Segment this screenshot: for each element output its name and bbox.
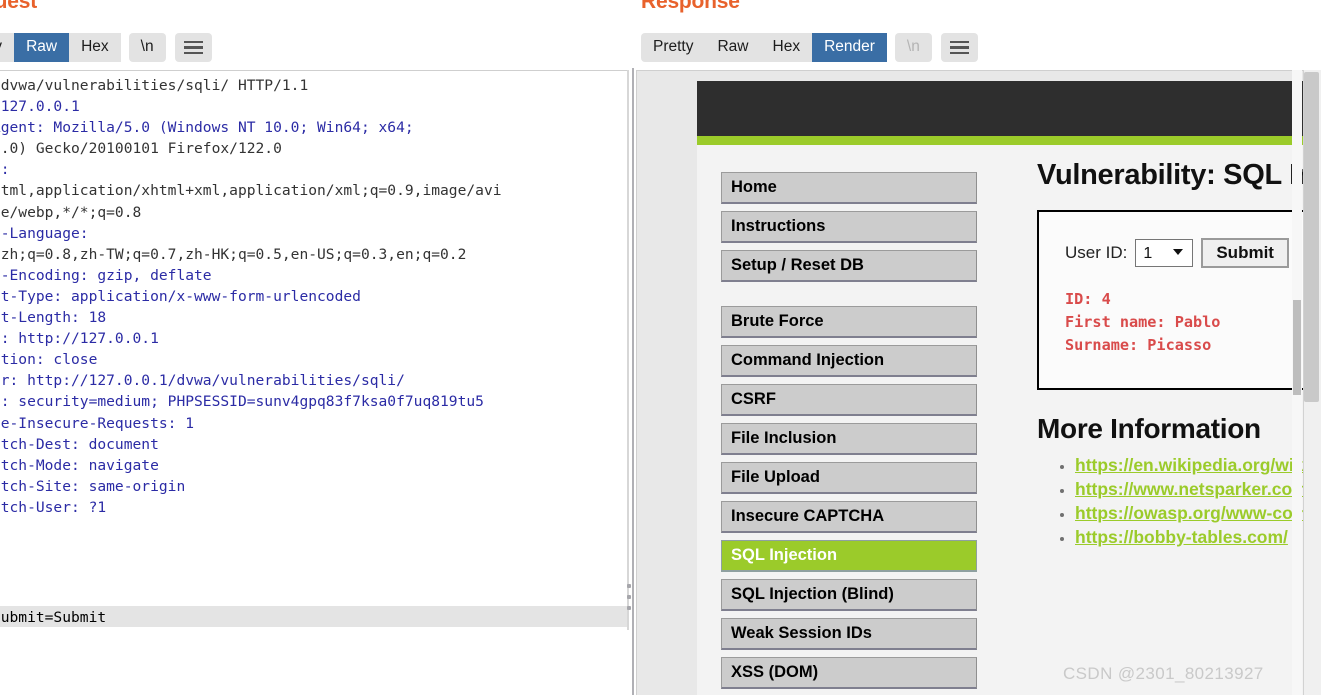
- splitter-grip-handle[interactable]: [625, 584, 632, 610]
- nav-item-home[interactable]: Home: [721, 172, 977, 204]
- tab-request-pretty[interactable]: ty: [0, 33, 15, 62]
- dvwa-page: Home Instructions Setup / Reset DB Brute…: [697, 81, 1321, 695]
- nav-item-weak-session-ids[interactable]: Weak Session IDs: [721, 618, 977, 650]
- request-line-9: Accept-Encoding: gzip, deflate: [0, 266, 212, 284]
- dvwa-navigation: Home Instructions Setup / Reset DB Brute…: [721, 172, 979, 695]
- request-line-10: Content-Type: application/x-www-form-url…: [0, 287, 361, 305]
- list-item: https://en.wikipedia.org/wiki/SQL_inject…: [1075, 455, 1321, 476]
- user-id-select-wrapper: 1: [1135, 239, 1194, 267]
- watermark: CSDN @2301_80213927: [1063, 664, 1264, 683]
- sqli-form-box: User ID: 1 Submit ID: 4 First name: Pabl…: [1037, 210, 1321, 390]
- request-panel-title: quest: [0, 0, 38, 13]
- request-raw-text: POST /dvwa/vulnerabilities/sqli/ HTTP/1.…: [0, 75, 502, 518]
- nav-item-file-upload[interactable]: File Upload: [721, 462, 977, 494]
- response-render-view[interactable]: Home Instructions Setup / Reset DB Brute…: [636, 70, 1321, 695]
- tab-response-raw[interactable]: Raw: [705, 33, 761, 62]
- request-view-tabs: ty Raw Hex \n: [0, 33, 212, 62]
- submit-button[interactable]: Submit: [1201, 238, 1289, 268]
- request-line-12: Origin: http://127.0.0.1: [0, 330, 159, 348]
- tab-response-render[interactable]: Render: [812, 33, 887, 62]
- request-line-8: zh-CN,zh;q=0.8,zh-TW;q=0.7,zh-HK;q=0.5,e…: [0, 245, 467, 263]
- more-info-link-owasp[interactable]: https://owasp.org/www-community/attacks/…: [1075, 503, 1321, 523]
- user-id-row: User ID: 1 Submit: [1065, 238, 1321, 268]
- dvwa-green-divider: [697, 136, 1321, 145]
- sqli-result-output: ID: 4 First name: Pablo Surname: Picasso: [1065, 290, 1221, 354]
- response-panel-title: Response: [641, 0, 740, 13]
- request-line-2: User-Agent: Mozilla/5.0 (Windows NT 10.0…: [0, 119, 414, 137]
- page-title: Vulnerability: SQL Injection: [1037, 159, 1321, 191]
- request-line-16: Upgrade-Insecure-Requests: 1: [0, 414, 195, 432]
- request-body-text: id=4&Submit=Submit: [0, 609, 107, 626]
- nav-item-instructions[interactable]: Instructions: [721, 211, 977, 243]
- more-info-link-bobby-tables[interactable]: https://bobby-tables.com/: [1075, 527, 1288, 547]
- request-line-1: Host: 127.0.0.1: [0, 98, 80, 116]
- dvwa-main-content: Vulnerability: SQL Injection User ID: 1 …: [1037, 159, 1321, 551]
- nav-item-sql-injection[interactable]: SQL Injection: [721, 540, 977, 572]
- screen: quest ty Raw Hex \n POST /dvwa/vulnerabi…: [0, 0, 1321, 695]
- request-line-20: Sec-Fetch-User: ?1: [0, 498, 107, 516]
- more-information-list: https://en.wikipedia.org/wiki/SQL_inject…: [1037, 455, 1321, 548]
- nav-item-xss-dom[interactable]: XSS (DOM): [721, 657, 977, 689]
- splitter-line: [632, 68, 634, 695]
- request-line-5: text/html,application/xhtml+xml,applicat…: [0, 182, 502, 200]
- request-raw-view[interactable]: POST /dvwa/vulnerabilities/sqli/ HTTP/1.…: [0, 70, 628, 630]
- nav-item-brute-force[interactable]: Brute Force: [721, 306, 977, 338]
- tab-request-hex[interactable]: Hex: [69, 33, 121, 62]
- response-scroll-thumb[interactable]: [1304, 72, 1319, 402]
- nav-group-separator: [721, 289, 979, 306]
- nav-item-file-inclusion[interactable]: File Inclusion: [721, 423, 977, 455]
- tab-response-pretty[interactable]: Pretty: [641, 33, 706, 62]
- nav-item-insecure-captcha[interactable]: Insecure CAPTCHA: [721, 501, 977, 533]
- request-line-4: Accept:: [0, 161, 10, 179]
- request-newline-button[interactable]: \n: [128, 33, 166, 62]
- tab-request-raw[interactable]: Raw: [14, 33, 70, 62]
- response-view-tabs: Pretty Raw Hex Render \n: [641, 33, 978, 62]
- more-information-heading: More Information: [1037, 413, 1261, 444]
- tab-response-hex[interactable]: Hex: [760, 33, 813, 62]
- request-line-11: Content-Length: 18: [0, 309, 107, 327]
- request-line-18: Sec-Fetch-Mode: navigate: [0, 456, 159, 474]
- user-id-label: User ID:: [1065, 243, 1128, 262]
- nav-item-sql-injection-blind[interactable]: SQL Injection (Blind): [721, 579, 977, 611]
- request-panel: quest ty Raw Hex \n POST /dvwa/vulnerabi…: [0, 0, 629, 695]
- response-menu-icon[interactable]: [940, 33, 978, 62]
- list-item: https://bobby-tables.com/: [1075, 527, 1321, 548]
- request-menu-icon[interactable]: [174, 33, 212, 62]
- request-line-13: Connection: close: [0, 351, 98, 369]
- request-line-0: POST /dvwa/vulnerabilities/sqli/ HTTP/1.…: [0, 77, 309, 94]
- list-item: https://www.netsparker.com/blog/web-secu…: [1075, 479, 1321, 500]
- list-item: https://owasp.org/www-community/attacks/…: [1075, 503, 1321, 524]
- rendered-page-scroll-thumb[interactable]: [1293, 300, 1301, 395]
- user-id-select[interactable]: 1: [1135, 239, 1194, 267]
- request-line-7: Accept-Language:: [0, 224, 89, 242]
- more-info-link-wikipedia[interactable]: https://en.wikipedia.org/wiki/SQL_inject…: [1075, 455, 1321, 475]
- nav-item-command-injection[interactable]: Command Injection: [721, 345, 977, 377]
- request-line-19: Sec-Fetch-Site: same-origin: [0, 477, 186, 495]
- request-line-6: f,image/webp,*/*;q=0.8: [0, 203, 142, 221]
- more-info-link-netsparker[interactable]: https://www.netsparker.com/blog/web-secu…: [1075, 479, 1321, 499]
- request-line-3: rv:122.0) Gecko/20100101 Firefox/122.0: [0, 140, 282, 158]
- request-line-17: Sec-Fetch-Dest: document: [0, 435, 159, 453]
- request-line-15: Cookie: security=medium; PHPSESSID=sunv4…: [0, 393, 484, 411]
- dvwa-header-banner: [697, 81, 1321, 136]
- request-line-14: Referer: http://127.0.0.1/dvwa/vulnerabi…: [0, 372, 405, 390]
- nav-item-setup-reset-db[interactable]: Setup / Reset DB: [721, 250, 977, 282]
- nav-item-csrf[interactable]: CSRF: [721, 384, 977, 416]
- response-newline-button[interactable]: \n: [894, 33, 932, 62]
